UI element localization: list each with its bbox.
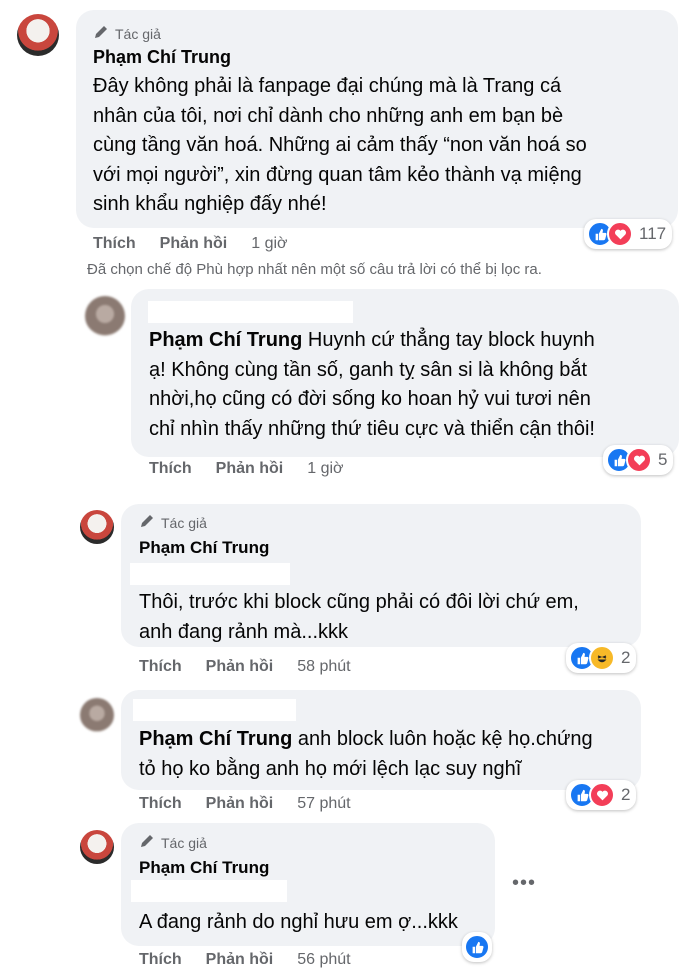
comment-actions: Thích Phản hồi 58 phút [139, 658, 351, 676]
love-icon [626, 447, 652, 473]
comment-line: nhân của tôi, nơi chỉ dành cho những anh… [93, 104, 564, 127]
comment-time[interactable]: 57 phút [297, 795, 350, 813]
comment-line: anh đang rảnh mà...kkk [139, 620, 349, 643]
comment-line: anh block luôn hoặc kệ họ.chứng [297, 728, 593, 750]
user-avatar[interactable] [85, 296, 125, 336]
comment-actions: Thích Phản hồi 56 phút [139, 951, 351, 969]
comment-line: chỉ nhìn thấy những thứ tiêu cực và thiể… [149, 417, 595, 440]
reaction-summary[interactable]: 2 [566, 780, 637, 810]
comment-text: Thôi, trước khi block cũng phải có đôi l… [139, 588, 634, 647]
haha-icon [589, 645, 615, 671]
author-avatar[interactable] [80, 510, 114, 544]
reaction-summary[interactable]: 117 [584, 219, 673, 249]
comment-time[interactable]: 56 phút [297, 951, 350, 969]
comment-line: Thôi, trước khi block cũng phải có đôi l… [139, 591, 579, 613]
reply-button[interactable]: Phản hồi [160, 235, 228, 253]
reaction-count: 2 [621, 785, 631, 804]
reaction-summary[interactable]: 5 [603, 445, 674, 475]
mention-link[interactable]: Phạm Chí Trung [139, 728, 292, 750]
comment-line: cùng tầng văn hoá. Những ai cảm thấy “no… [93, 134, 587, 156]
reaction-count: 5 [658, 450, 668, 469]
mention-link[interactable]: Phạm Chí Trung [149, 329, 302, 351]
comment-actions: Thích Phản hồi 1 giờ [93, 235, 288, 253]
comment-actions: Thích Phản hồi 1 giờ [149, 460, 344, 478]
author-name[interactable]: Phạm Chí Trung [93, 47, 231, 68]
author-name[interactable]: Phạm Chí Trung [139, 858, 269, 878]
redacted-name [133, 699, 296, 721]
love-icon [589, 782, 615, 808]
author-badge: Tác giả [139, 513, 207, 532]
comment-line: với mọi người”, xin đừng quan tâm kẻo th… [93, 163, 582, 186]
comment-text: A đang rảnh do nghỉ hưu em ợ...kkk [139, 908, 489, 938]
comment-line: ạ! Không cùng tần số, ganh tỵ sân si là … [149, 358, 588, 381]
comment-time[interactable]: 1 giờ [307, 460, 343, 478]
like-button[interactable]: Thích [139, 795, 182, 813]
reaction-summary[interactable] [462, 932, 492, 962]
reaction-count: 117 [639, 224, 667, 243]
like-button[interactable]: Thích [139, 658, 182, 676]
comment-text: Phạm Chí Trung anh block luôn hoặc kệ họ… [139, 725, 634, 784]
like-button[interactable]: Thích [149, 460, 192, 478]
author-badge-label: Tác giả [161, 834, 207, 851]
pencil-icon [139, 833, 155, 852]
reaction-count: 2 [621, 648, 631, 667]
comment-line: A đang rảnh do nghỉ hưu em ợ...kkk [139, 911, 458, 933]
reply-button[interactable]: Phản hồi [216, 460, 284, 478]
reply-button[interactable]: Phản hồi [206, 795, 274, 813]
like-button[interactable]: Thích [139, 951, 182, 969]
redacted-name [131, 880, 287, 902]
author-avatar[interactable] [80, 830, 114, 864]
author-name[interactable]: Phạm Chí Trung [139, 538, 269, 558]
redacted-name [148, 301, 353, 323]
reply-button[interactable]: Phản hồi [206, 658, 274, 676]
filter-note: Đã chọn chế độ Phù hợp nhất nên một số c… [87, 261, 542, 278]
comment-time[interactable]: 58 phút [297, 658, 350, 676]
more-options-icon[interactable]: ••• [512, 872, 536, 895]
like-icon [464, 934, 490, 960]
author-avatar[interactable] [17, 14, 59, 56]
author-badge: Tác giả [93, 24, 161, 43]
reply-button[interactable]: Phản hồi [206, 951, 274, 969]
author-badge: Tác giả [139, 833, 207, 852]
like-button[interactable]: Thích [93, 235, 136, 253]
comment-actions: Thích Phản hồi 57 phút [139, 795, 351, 813]
love-icon [607, 221, 633, 247]
comment-line: sinh khẩu nghiệp đấy nhé! [93, 193, 327, 215]
author-badge-label: Tác giả [161, 514, 207, 531]
comment-time[interactable]: 1 giờ [251, 235, 287, 253]
comment-line: tỏ họ ko bằng anh họ mới lệch lạc suy ng… [139, 757, 522, 780]
comment-line: nhời,họ cũng có đời sống ko hoan hỷ vui … [149, 388, 591, 410]
comment-text: Đây không phải là fanpage đại chúng mà l… [93, 72, 673, 220]
redacted-name [130, 563, 290, 585]
comment-line: Huynh cứ thẳng tay block huynh [307, 329, 595, 351]
author-badge-label: Tác giả [115, 25, 161, 42]
pencil-icon [93, 24, 109, 43]
comment-line: Đây không phải là fanpage đại chúng mà l… [93, 75, 562, 97]
reaction-summary[interactable]: 2 [566, 643, 637, 673]
user-avatar[interactable] [80, 698, 114, 732]
pencil-icon [139, 513, 155, 532]
comment-text: Phạm Chí Trung Huynh cứ thẳng tay block … [149, 326, 674, 444]
